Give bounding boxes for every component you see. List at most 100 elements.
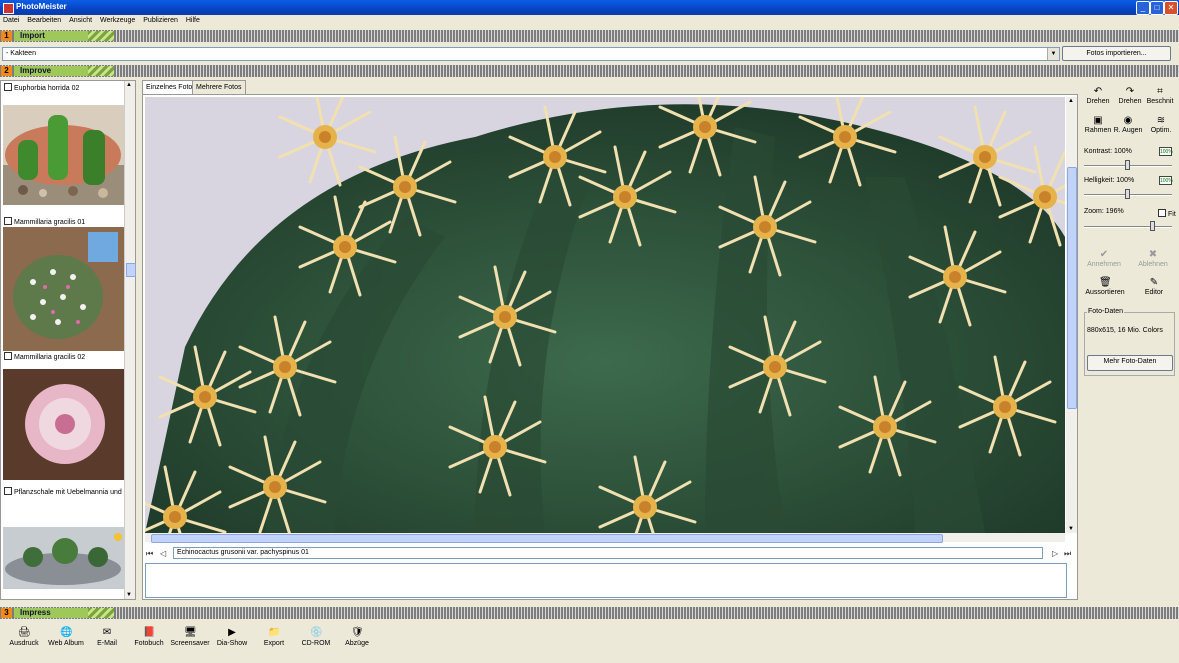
contrast-label: Kontrast: 100%	[1084, 148, 1132, 155]
next-photo-icon[interactable]: ▷	[1052, 549, 1058, 558]
import-photos-button[interactable]: Fotos importieren...	[1062, 46, 1171, 61]
brightness-reset-button[interactable]: 100%	[1159, 176, 1173, 185]
optimize-tool[interactable]: ≋ Optim.	[1146, 115, 1176, 134]
last-photo-icon[interactable]: ⏭	[1064, 549, 1071, 559]
thumbnail-item[interactable]: Mammillaria gracilis 01	[4, 217, 85, 226]
accept-tool[interactable]: ✔ Annehmen	[1087, 249, 1121, 268]
menu-werkzeuge[interactable]: Werkzeuge	[97, 15, 138, 27]
photo-vertical-scrollbar[interactable]: ▲ ▼	[1066, 97, 1077, 533]
monitor-icon: 🖥	[184, 627, 197, 638]
thumbnail-checkbox[interactable]	[4, 352, 12, 360]
tool-label: Export	[263, 640, 285, 647]
prints-tool[interactable]: 🛡 Abzüge	[336, 627, 378, 647]
scroll-thumb[interactable]	[1067, 167, 1077, 409]
more-photo-data-button[interactable]: Mehr Foto-Daten	[1087, 355, 1173, 371]
thumbnail-checkbox[interactable]	[4, 487, 12, 495]
menu-bearbeiten[interactable]: Bearbeiten	[24, 15, 64, 27]
app-icon	[3, 3, 14, 14]
tool-label: Aussortieren	[1085, 289, 1125, 296]
rotate-left-tool[interactable]: ↶ Drehen	[1083, 86, 1113, 105]
crop-tool[interactable]: ⌗ Beschnit	[1145, 86, 1175, 105]
scroll-down-icon[interactable]: ▼	[126, 592, 132, 598]
rotate-left-icon: ↶	[1093, 86, 1103, 97]
redeye-tool[interactable]: ◉ R. Augen	[1113, 115, 1143, 134]
fit-label: Fit	[1168, 211, 1176, 218]
tab-multiple-photos[interactable]: Mehrere Fotos	[192, 80, 246, 94]
album-select-value: - Kakteen	[6, 50, 36, 57]
section-number: 1	[1, 31, 12, 41]
tool-label: Drehen	[1118, 98, 1142, 105]
thumbnail-image[interactable]	[3, 527, 125, 589]
chevron-down-icon[interactable]: ▼	[1047, 48, 1059, 60]
fit-button[interactable]: Fit	[1158, 209, 1176, 218]
scroll-up-icon[interactable]: ▲	[1068, 98, 1074, 104]
reject-tool[interactable]: ✖ Ablehnen	[1136, 249, 1170, 268]
editor-tool[interactable]: ✎ Editor	[1139, 277, 1169, 296]
rotate-right-tool[interactable]: ↷ Drehen	[1115, 86, 1145, 105]
discard-tool[interactable]: 🗑 Aussortieren	[1085, 277, 1125, 296]
photo-horizontal-scrollbar[interactable]	[145, 533, 1065, 543]
tool-label: Optim.	[1150, 127, 1172, 134]
tool-label: Rahmen	[1084, 127, 1112, 134]
thumbnail-checkbox[interactable]	[4, 83, 12, 91]
section-impress-bar[interactable]: 3 Impress	[0, 607, 1179, 619]
contrast-slider-knob[interactable]	[1125, 160, 1130, 170]
menu-hilfe[interactable]: Hilfe	[183, 15, 203, 27]
minimize-button[interactable]: _	[1136, 1, 1150, 15]
photo-info: 880x615, 16 Mio. Colors	[1087, 327, 1163, 334]
album-select[interactable]: - Kakteen ▼	[2, 47, 1060, 61]
thumbnail-scrollbar[interactable]: ▲ ▼	[124, 81, 136, 599]
first-photo-icon[interactable]: ⏮	[146, 549, 153, 559]
scroll-up-icon[interactable]: ▲	[126, 82, 132, 88]
screensaver-tool[interactable]: 🖥 Screensaver	[169, 627, 211, 647]
scroll-down-icon[interactable]: ▼	[1068, 526, 1074, 532]
menu-publizieren[interactable]: Publizieren	[140, 15, 181, 27]
slideshow-icon: ▶	[228, 627, 236, 638]
thumbnail-item[interactable]: Euphorbia horrida 02	[4, 83, 79, 92]
section-improve-bar[interactable]: 2 Improve	[0, 65, 1179, 77]
section-label: Improve	[14, 66, 96, 76]
photo-comment-area[interactable]	[145, 563, 1067, 598]
zoom-slider-knob[interactable]	[1149, 221, 1155, 231]
previous-photo-icon[interactable]: ◁	[160, 549, 166, 558]
menu-ansicht[interactable]: Ansicht	[66, 15, 95, 27]
title-bar: PhotoMeister _ □ ✕	[0, 0, 1179, 15]
section-number: 3	[1, 608, 12, 618]
thumbnail-item[interactable]: Pflanzschale mit Uebelmannia und 2 n	[4, 487, 133, 496]
print-tool[interactable]: 🖨 Ausdruck	[3, 627, 45, 647]
tool-label: Editor	[1144, 289, 1164, 296]
email-tool[interactable]: ✉ E-Mail	[86, 627, 128, 647]
crop-icon: ⌗	[1157, 86, 1163, 97]
slideshow-tool[interactable]: ▶ Dia-Show	[211, 627, 253, 647]
thumbnail-item[interactable]: Mammillaria gracilis 02	[4, 352, 85, 361]
section-import-bar[interactable]: 1 Import	[0, 30, 1179, 42]
menu-bar: Datei Bearbeiten Ansicht Werkzeuge Publi…	[0, 15, 1179, 27]
cdrom-tool[interactable]: 💿 CD-ROM	[295, 627, 337, 647]
section-stripe	[88, 66, 114, 76]
section-label: Impress	[14, 608, 96, 618]
thumbnail-image[interactable]	[3, 105, 125, 205]
globe-icon: 🌐	[60, 627, 73, 638]
menu-datei[interactable]: Datei	[0, 15, 22, 27]
optimize-icon: ≋	[1156, 115, 1166, 126]
thumbnail-image[interactable]	[3, 369, 125, 480]
web-album-tool[interactable]: 🌐 Web Album	[45, 627, 87, 647]
photobook-tool[interactable]: 📕 Fotobuch	[128, 627, 170, 647]
scroll-thumb[interactable]	[126, 263, 136, 277]
frame-tool[interactable]: ▣ Rahmen	[1083, 115, 1113, 134]
tool-label: R. Augen	[1113, 127, 1143, 134]
fit-icon	[1158, 209, 1166, 217]
maximize-button[interactable]: □	[1150, 1, 1164, 15]
contrast-reset-button[interactable]: 100%	[1159, 147, 1173, 156]
close-button[interactable]: ✕	[1164, 1, 1178, 15]
folder-icon: 📁	[268, 627, 281, 638]
thumbnail-image[interactable]	[3, 227, 125, 351]
main-photo[interactable]	[145, 97, 1065, 533]
section-stripe	[88, 31, 114, 41]
scroll-thumb[interactable]	[151, 534, 943, 543]
export-tool[interactable]: 📁 Export	[253, 627, 295, 647]
brightness-slider-knob[interactable]	[1125, 189, 1130, 199]
thumbnail-checkbox[interactable]	[4, 217, 12, 225]
tab-single-photo[interactable]: Einzelnes Foto	[142, 80, 197, 94]
photo-caption-field[interactable]: Echinocactus grusonii var. pachyspinus 0…	[173, 547, 1043, 559]
